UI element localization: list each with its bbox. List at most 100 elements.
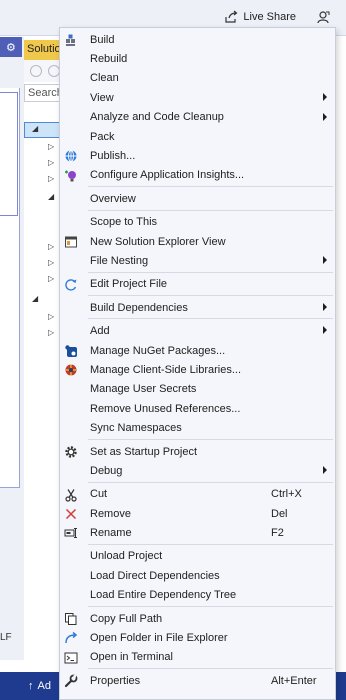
menu-item-configure-application-insights[interactable]: Configure Application Insights... (60, 166, 335, 185)
menu-item-label: Unload Project (90, 550, 163, 563)
menu-item-label: Overview (90, 192, 136, 205)
expand-icon[interactable]: ▷ (48, 312, 54, 321)
client-libraries-icon (64, 363, 78, 377)
menu-item-new-solution-explorer-view[interactable]: New Solution Explorer View (60, 232, 335, 251)
menu-item-rename[interactable]: Rename F2 (60, 523, 335, 542)
menu-item-file-nesting[interactable]: File Nesting (60, 251, 335, 270)
menu-item-label: Publish... (90, 150, 136, 163)
up-arrow-icon: ↑ (28, 680, 34, 692)
menu-item-label: New Solution Explorer View (90, 235, 226, 248)
menu-item-add[interactable]: Add (60, 321, 335, 340)
menu-item-label: Rename (90, 527, 132, 540)
menu-item-unload-project[interactable]: Unload Project (60, 547, 335, 566)
expand-icon[interactable]: ▷ (48, 174, 54, 183)
menu-item-manage-nuget-packages[interactable]: Manage NuGet Packages... (60, 341, 335, 360)
add-to-source-control-button[interactable]: ↑ Ad (28, 680, 51, 692)
menu-item-shortcut: Del (271, 507, 288, 520)
terminal-icon (64, 651, 78, 665)
submenu-arrow-icon (323, 256, 327, 265)
new-view-icon (64, 235, 78, 249)
menu-item-label: Sync Namespaces (90, 422, 182, 435)
build-icon (64, 33, 78, 47)
menu-item-debug[interactable]: Debug (60, 461, 335, 480)
menu-item-label: Add (90, 325, 110, 338)
menu-item-label: Manage NuGet Packages... (90, 344, 226, 357)
menu-item-label: Cut (90, 488, 108, 501)
menu-item-remove-unused-references[interactable]: Remove Unused References... (60, 399, 335, 418)
menu-item-publish[interactable]: Publish... (60, 146, 335, 165)
editor-selection-box (0, 92, 18, 216)
menu-item-label: Analyze and Code Cleanup (90, 111, 224, 124)
feedback-icon[interactable] (316, 10, 330, 24)
live-share-label: Live Share (243, 11, 296, 23)
submenu-arrow-icon (323, 93, 327, 102)
expand-icon[interactable]: ▷ (48, 142, 54, 151)
menu-item-label: Remove (90, 507, 131, 520)
menu-item-overview[interactable]: Overview (60, 189, 335, 208)
menu-item-shortcut: Ctrl+X (271, 488, 302, 501)
menu-item-load-entire-dependency-tree[interactable]: Load Entire Dependency Tree (60, 586, 335, 605)
menu-item-rebuild[interactable]: Rebuild (60, 49, 335, 68)
menu-item-copy-full-path[interactable]: Copy Full Path (60, 609, 335, 628)
menu-item-build[interactable]: Build (60, 30, 335, 49)
edit-project-icon (64, 278, 78, 292)
expand-icon[interactable]: ▷ (48, 158, 54, 167)
expand-icon[interactable]: ▷ (48, 274, 54, 283)
menu-item-label: Configure Application Insights... (90, 169, 245, 182)
menu-item-label: Load Entire Dependency Tree (90, 589, 237, 602)
line-ending-indicator[interactable]: LF (0, 632, 12, 643)
expand-icon[interactable]: ▷ (48, 258, 54, 267)
menu-item-open-in-terminal[interactable]: Open in Terminal (60, 648, 335, 667)
app-insights-icon (64, 169, 78, 183)
open-folder-arrow-icon (64, 631, 78, 645)
expand-icon[interactable]: ▷ (48, 328, 54, 337)
menu-item-label: Remove Unused References... (90, 402, 241, 415)
menu-item-manage-client-side-libraries[interactable]: Manage Client-Side Libraries... (60, 360, 335, 379)
menu-item-label: Build Dependencies (90, 301, 188, 314)
menu-item-set-as-startup-project[interactable]: Set as Startup Project (60, 442, 335, 461)
menu-item-cut[interactable]: Cut Ctrl+X (60, 485, 335, 504)
menu-item-clean[interactable]: Clean (60, 69, 335, 88)
menu-item-remove[interactable]: Remove Del (60, 504, 335, 523)
menu-item-label: Manage User Secrets (90, 383, 197, 396)
menu-item-label: Open in Terminal (90, 651, 173, 664)
copy-icon (64, 612, 78, 626)
expand-icon[interactable]: ◢ (48, 192, 54, 201)
rename-icon (64, 526, 78, 540)
menu-item-analyze-and-code-cleanup[interactable]: Analyze and Code Cleanup (60, 108, 335, 127)
scissors-icon (64, 488, 78, 502)
wrench-icon (64, 674, 78, 688)
menu-item-open-folder-in-file-explorer[interactable]: Open Folder in File Explorer (60, 628, 335, 647)
gear-icon[interactable]: ⚙ (6, 41, 16, 54)
menu-item-shortcut: Alt+Enter (271, 674, 317, 687)
menu-item-manage-user-secrets[interactable]: Manage User Secrets (60, 380, 335, 399)
menu-item-scope-to-this[interactable]: Scope to This (60, 213, 335, 232)
live-share-icon (225, 10, 238, 23)
menu-item-pack[interactable]: Pack (60, 127, 335, 146)
menu-item-label: Copy Full Path (90, 612, 163, 625)
menu-item-label: Clean (90, 72, 119, 85)
menu-item-label: Edit Project File (90, 278, 168, 291)
menu-item-load-direct-dependencies[interactable]: Load Direct Dependencies (60, 566, 335, 585)
project-context-menu: Build Rebuild Clean View Analyze and Code Cl… (59, 27, 336, 700)
menu-item-sync-namespaces[interactable]: Sync Namespaces (60, 418, 335, 437)
menu-item-label: View (90, 91, 114, 104)
menu-item-label: File Nesting (90, 254, 149, 267)
expand-icon[interactable]: ◢ (32, 124, 38, 133)
menu-item-properties[interactable]: Properties Alt+Enter (60, 671, 335, 690)
add-label: Ad (37, 680, 51, 692)
menu-item-label: Set as Startup Project (90, 445, 197, 458)
menu-item-build-dependencies[interactable]: Build Dependencies (60, 298, 335, 317)
expand-icon[interactable]: ▷ (48, 242, 54, 251)
submenu-arrow-icon (323, 326, 327, 335)
menu-item-label: Properties (90, 674, 141, 687)
expand-icon[interactable]: ◢ (32, 294, 38, 303)
back-icon[interactable] (30, 65, 42, 77)
submenu-arrow-icon (323, 112, 327, 121)
remove-x-icon (64, 507, 78, 521)
menu-item-view[interactable]: View (60, 88, 335, 107)
live-share-button[interactable]: Live Share (224, 10, 296, 24)
menu-item-label: Rebuild (90, 53, 128, 66)
menu-item-edit-project-file[interactable]: Edit Project File (60, 275, 335, 294)
submenu-arrow-icon (323, 303, 327, 312)
